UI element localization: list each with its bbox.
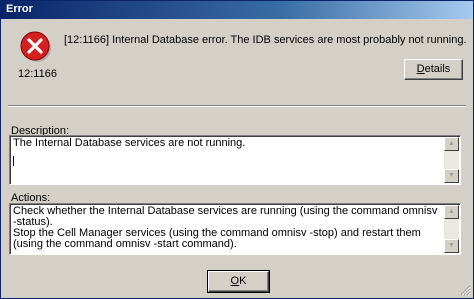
actions-text: Check whether the Internal Database serv… [13,205,438,250]
error-code: 12:1166 [18,68,57,80]
scroll-down-arrow-icon[interactable]: ▼ [444,239,459,253]
description-textbox[interactable]: The Internal Database services are not r… [9,135,461,185]
actions-textbox[interactable]: Check whether the Internal Database serv… [9,203,461,255]
details-mnemonic: D [416,63,425,75]
separator [8,105,466,107]
details-label-suffix: etails [424,63,451,75]
ok-button[interactable]: OK [207,270,270,293]
scroll-up-arrow-icon[interactable]: ▲ [444,137,459,151]
description-text: The Internal Database services are not r… [13,137,246,149]
description-scrollbar[interactable]: ▲ ▼ [444,137,459,183]
scroll-up-arrow-icon[interactable]: ▲ [444,205,459,219]
ok-mnemonic: O [230,275,240,287]
ok-label-suffix: K [239,275,247,287]
actions-scrollbar[interactable]: ▲ ▼ [444,205,459,253]
error-message: [12:1166] Internal Database error. The I… [64,34,467,46]
window-title: Error [6,3,33,15]
scroll-down-arrow-icon[interactable]: ▼ [444,169,459,183]
resize-grip-icon[interactable] [460,285,471,296]
title-bar[interactable]: Error [1,1,473,19]
text-caret [13,156,14,166]
error-dialog: Error 12:1166 [12:1166] Internal Databas… [0,0,474,299]
details-button[interactable]: Details [404,59,463,80]
error-icon [20,31,51,62]
